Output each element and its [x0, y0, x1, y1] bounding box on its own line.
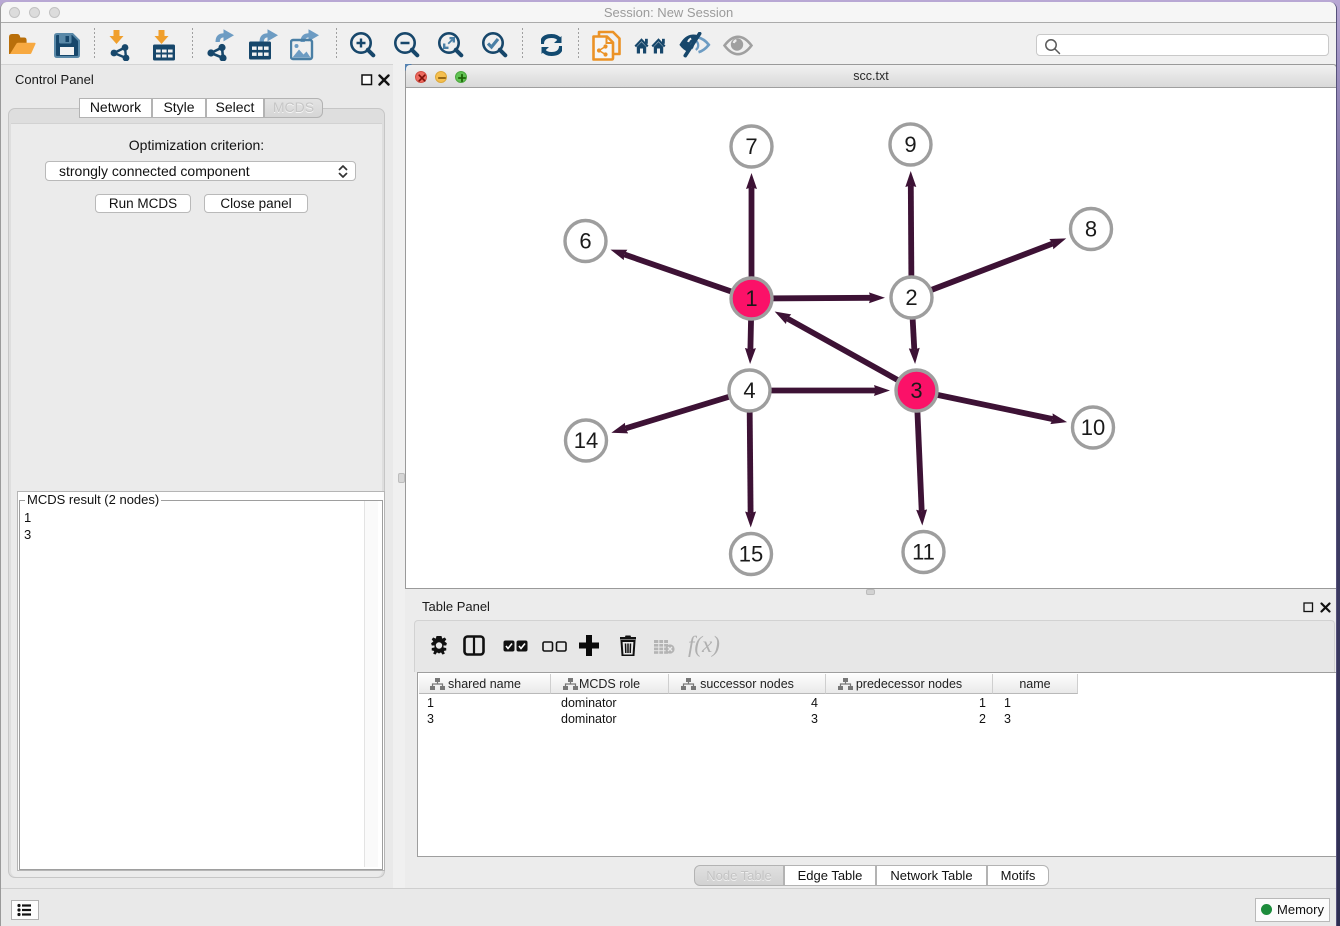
svg-text:10: 10 [1081, 415, 1105, 440]
svg-text:3: 3 [910, 378, 922, 403]
svg-text:11: 11 [912, 540, 935, 565]
svg-text:4: 4 [743, 378, 755, 403]
svg-text:1: 1 [745, 286, 757, 311]
svg-text:7: 7 [745, 134, 757, 159]
svg-text:15: 15 [739, 542, 763, 567]
svg-text:8: 8 [1085, 217, 1097, 242]
svg-text:9: 9 [904, 132, 916, 157]
svg-text:2: 2 [905, 285, 917, 310]
svg-text:6: 6 [579, 229, 591, 254]
svg-text:14: 14 [574, 428, 598, 453]
